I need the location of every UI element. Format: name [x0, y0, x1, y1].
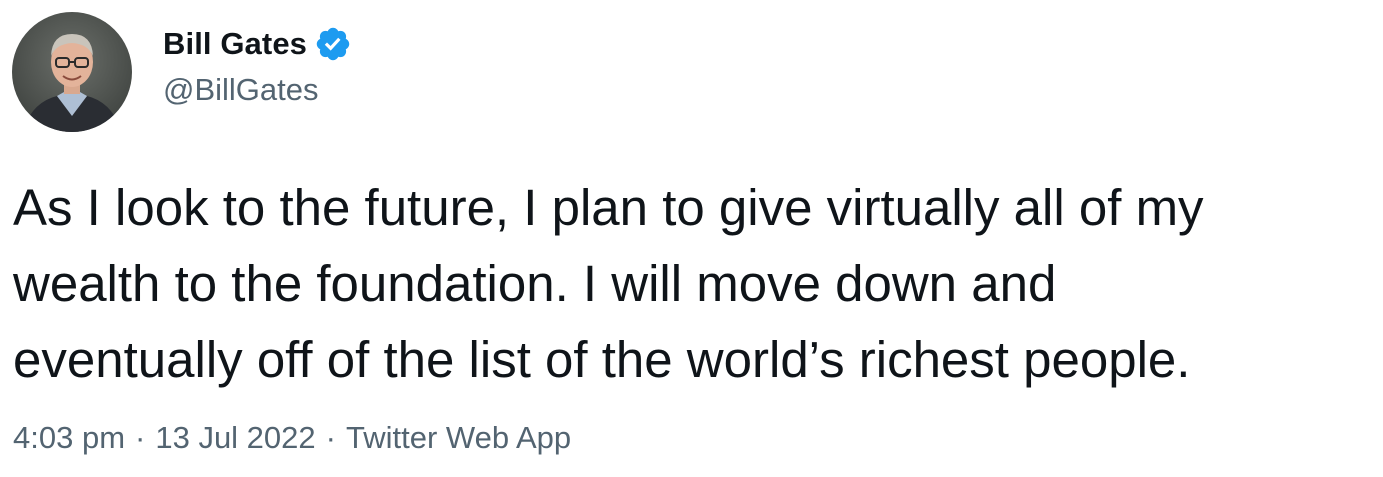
tweet-date: 13 Jul 2022: [155, 420, 316, 455]
avatar[interactable]: [12, 12, 132, 132]
meta-separator: ·: [135, 420, 146, 455]
name-row: Bill Gates: [163, 22, 352, 66]
tweet-card: Bill Gates @BillGates As I look to the f…: [0, 0, 1383, 477]
tweet-timestamp-link[interactable]: 4:03 pm · 13 Jul 2022: [13, 420, 316, 456]
tweet-time: 4:03 pm: [13, 420, 126, 455]
tweet-text: As I look to the future, I plan to give …: [13, 179, 1204, 388]
author-block: Bill Gates @BillGates: [163, 22, 352, 108]
author-handle[interactable]: @BillGates: [163, 72, 352, 108]
tweet-source: Twitter Web App: [345, 420, 572, 455]
verified-badge-icon[interactable]: [314, 25, 352, 63]
tweet-meta: 4:03 pm · 13 Jul 2022 · Twitter Web App: [13, 420, 571, 456]
author-display-name[interactable]: Bill Gates: [163, 26, 307, 62]
meta-separator: ·: [325, 420, 336, 455]
avatar-image: [12, 12, 132, 132]
